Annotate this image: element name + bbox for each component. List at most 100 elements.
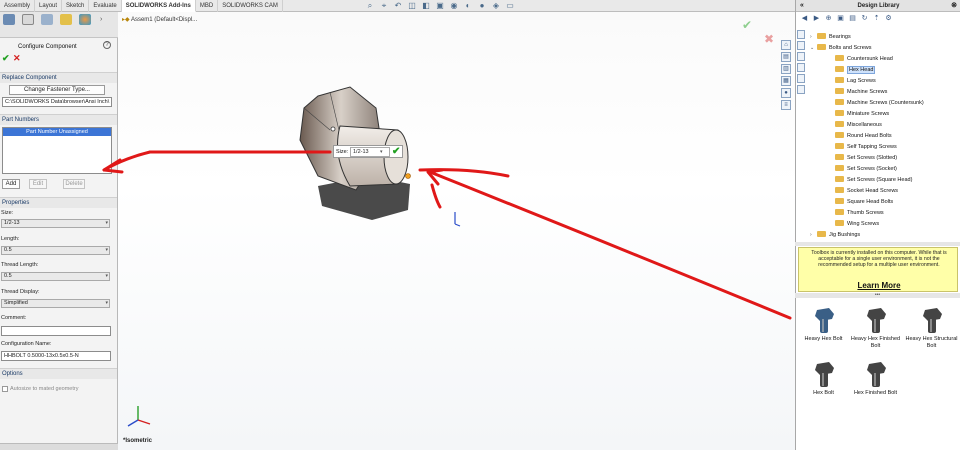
add-file-location-icon[interactable]: ▣ — [836, 14, 845, 23]
view-orientation-label: *Isometric — [123, 438, 153, 444]
tree-item[interactable]: Thumb Screws — [828, 208, 884, 218]
tree-item[interactable]: › Jig Bushings — [810, 230, 860, 240]
add-to-library-icon[interactable]: ⊕ — [824, 14, 833, 23]
folder-icon — [835, 187, 844, 193]
tree-toggle-icon[interactable]: ⌄ — [810, 43, 817, 53]
tree-item[interactable]: Set Screws (Slotted) — [828, 153, 897, 163]
annotation-arrow-from-library — [428, 170, 792, 320]
learn-more-link[interactable]: Learn More — [799, 281, 959, 290]
tree-item[interactable]: Round Head Bolts — [828, 131, 892, 141]
tree-item-label: Wing Screws — [847, 221, 880, 227]
library-part-item[interactable]: Heavy Hex Structural Bolt — [904, 302, 959, 352]
folder-icon — [835, 99, 844, 105]
tree-item-label: Countersunk Head — [847, 56, 893, 62]
folder-icon — [835, 88, 844, 94]
size-popup-label: Size: — [336, 149, 349, 155]
library-tree: › Bearings ⌄ Bolts and Screws Countersunk He… — [808, 32, 958, 242]
size-popup-select[interactable]: 1/2-13 — [350, 147, 390, 157]
folder-icon — [817, 33, 826, 39]
library-part-item[interactable]: Hex Bolt — [796, 356, 851, 406]
tree-item[interactable]: Lag Screws — [828, 76, 876, 86]
library-toolbar: ◀ ▶ ⊕ ▣ ▤ ↻ ⇡ ⚙ — [796, 14, 960, 27]
folder-icon — [835, 77, 844, 83]
tree-item[interactable]: Countersunk Head — [828, 54, 893, 64]
tree-item[interactable]: Miniature Screws — [828, 109, 889, 119]
tree-toggle-icon[interactable]: › — [810, 230, 817, 240]
routing-tab-icon[interactable] — [797, 85, 805, 94]
library-part-item[interactable]: Hex Finished Bolt — [848, 356, 903, 406]
forward-icon[interactable]: ▶ — [812, 14, 821, 23]
toolbox-tab-icon[interactable] — [797, 30, 805, 39]
library-part-item[interactable]: Heavy Hex Finished Bolt — [848, 302, 903, 352]
toolbox-notice-text: Toolbox is currently installed on this c… — [811, 250, 947, 268]
tree-item-label: Socket Head Screws — [847, 188, 899, 194]
appearance-tab-icon[interactable] — [797, 74, 805, 83]
folder-icon — [817, 44, 826, 50]
create-folder-icon[interactable]: ▤ — [848, 14, 857, 23]
settings-icon[interactable]: ⚙ — [884, 14, 893, 23]
folder-icon — [835, 209, 844, 215]
tree-horizontal-scrollbar[interactable] — [795, 242, 960, 246]
tree-item[interactable]: › Bearings — [810, 32, 851, 42]
tree-item[interactable]: Set Screws (Socket) — [828, 164, 897, 174]
tree-item[interactable]: Hex Head — [828, 65, 876, 75]
hex-bolt-icon — [867, 308, 886, 333]
tree-toggle-icon[interactable]: › — [810, 32, 817, 42]
tree-item-label: Bearings — [829, 34, 851, 40]
folder-icon — [835, 66, 844, 72]
tree-item-label: Set Screws (Socket) — [847, 166, 897, 172]
tree-item[interactable]: Square Head Bolts — [828, 197, 893, 207]
tree-item-label: Bolts and Screws — [829, 45, 872, 51]
folder-icon — [835, 154, 844, 160]
pin-icon[interactable]: ⊗ — [951, 0, 957, 12]
library-part-label: Heavy Hex Finished Bolt — [850, 336, 901, 349]
collapse-icon[interactable]: « — [800, 0, 804, 12]
tree-item[interactable]: Set Screws (Square Head) — [828, 175, 912, 185]
chevron-down-icon: ▾ — [380, 149, 383, 155]
tree-item[interactable]: ⌄ Bolts and Screws — [810, 43, 872, 53]
tree-item-label: Hex Head — [847, 66, 876, 74]
folder-icon — [835, 220, 844, 226]
tree-item[interactable]: Machine Screws (Countersunk) — [828, 98, 924, 108]
tree-item[interactable]: Self Tapping Screws — [828, 142, 897, 152]
tree-item-label: Thumb Screws — [847, 210, 884, 216]
library-part-item[interactable]: Heavy Hex Bolt — [796, 302, 851, 352]
folder-icon — [835, 121, 844, 127]
folder-icon — [835, 143, 844, 149]
tree-item[interactable]: Wing Screws — [828, 219, 879, 229]
tree-item-label: Self Tapping Screws — [847, 144, 897, 150]
tree-item-label: Round Head Bolts — [847, 133, 892, 139]
refresh-icon[interactable]: ↻ — [860, 14, 869, 23]
tree-item-label: Square Head Bolts — [847, 199, 894, 205]
tree-item[interactable]: Socket Head Screws — [828, 186, 898, 196]
tree-item[interactable]: Machine Screws — [828, 87, 887, 97]
tree-item-label: Miscellaneous — [847, 122, 882, 128]
toolbox-notice: Toolbox is currently installed on this c… — [798, 247, 958, 292]
size-popup: Size: 1/2-13 ▾ ✔ — [333, 145, 403, 158]
folder-icon — [835, 165, 844, 171]
library-tab-icon[interactable] — [797, 41, 805, 50]
tree-item-label: Set Screws (Slotted) — [847, 155, 898, 161]
tree-item-label: Miniature Screws — [847, 111, 890, 117]
checkmark-icon[interactable]: ✔ — [392, 146, 400, 157]
up-one-level-icon[interactable]: ⇡ — [872, 14, 881, 23]
back-icon[interactable]: ◀ — [800, 14, 809, 23]
library-parts-grid: Heavy Hex Bolt Heavy Hex Finished Bolt Hea… — [796, 298, 959, 450]
folder-icon — [835, 176, 844, 182]
hex-bolt-icon — [815, 308, 834, 333]
tree-item-label: Machine Screws (Countersunk) — [847, 100, 924, 106]
design-library-title: « Design Library ⊗ — [796, 0, 960, 12]
tree-item-label: Jig Bushings — [829, 232, 861, 238]
tree-item-label: Lag Screws — [847, 78, 876, 84]
library-part-label: Heavy Hex Bolt — [804, 336, 843, 342]
tree-item-label: Set Screws (Square Head) — [847, 177, 913, 183]
folder-icon — [835, 132, 844, 138]
hex-bolt-icon — [815, 362, 834, 387]
folder-icon — [817, 231, 826, 237]
tree-item-label: Machine Screws — [847, 89, 888, 95]
smart-components-tab-icon[interactable] — [797, 63, 805, 72]
tree-item[interactable]: Miscellaneous — [828, 120, 882, 130]
folder-icon — [835, 55, 844, 61]
hex-bolt-icon — [867, 362, 886, 387]
3d-content-tab-icon[interactable] — [797, 52, 805, 61]
